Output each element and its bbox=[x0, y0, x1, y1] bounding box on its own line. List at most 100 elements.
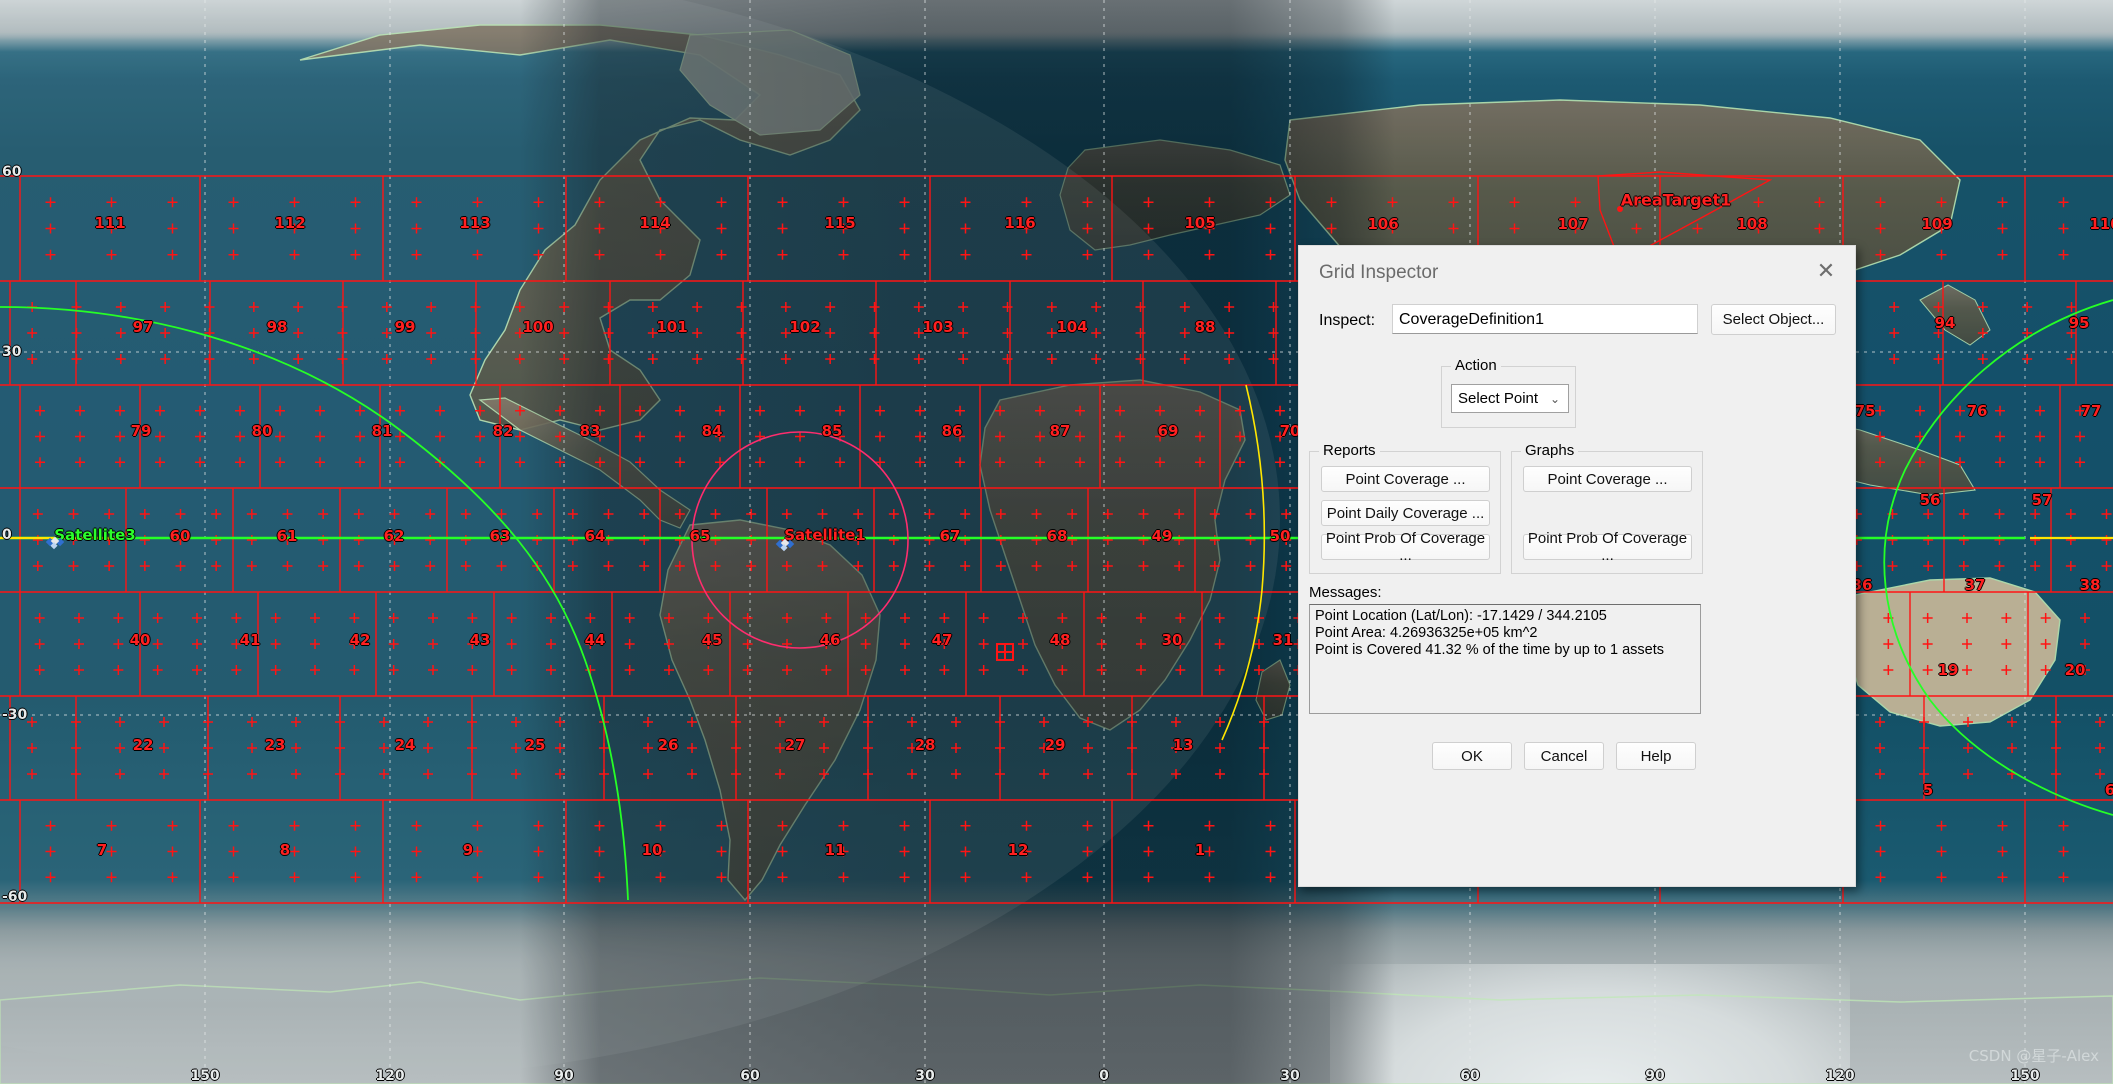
grid-cell-number[interactable]: 29 bbox=[1045, 736, 1066, 754]
grid-cell-number[interactable]: 100 bbox=[522, 318, 553, 336]
grid-cell-number[interactable]: 60 bbox=[170, 527, 191, 545]
grid-cell-number[interactable]: 9 bbox=[463, 841, 473, 859]
grid-cell-number[interactable]: 110 bbox=[2089, 215, 2113, 233]
grid-cell-number[interactable]: 37 bbox=[1965, 576, 1986, 594]
grid-cell-number[interactable]: 41 bbox=[240, 631, 261, 649]
grid-cell-number[interactable]: 63 bbox=[490, 527, 511, 545]
report-point-prob-of-coverage-button[interactable]: Point Prob Of Coverage ... bbox=[1321, 534, 1490, 560]
grid-cell-number[interactable]: 28 bbox=[915, 736, 936, 754]
grid-cell-number[interactable]: 107 bbox=[1557, 215, 1588, 233]
grid-cell-number[interactable]: 20 bbox=[2065, 661, 2086, 679]
grid-cell-number[interactable]: 62 bbox=[384, 527, 405, 545]
grid-cell-number[interactable]: 47 bbox=[932, 631, 953, 649]
close-icon[interactable]: ✕ bbox=[1807, 254, 1845, 288]
grid-cell-number[interactable]: 102 bbox=[789, 318, 820, 336]
grid-cell-number[interactable]: 43 bbox=[470, 631, 491, 649]
satellite3-marker[interactable] bbox=[45, 534, 65, 552]
grid-cell-number[interactable]: 111 bbox=[94, 214, 125, 232]
grid-cell-number[interactable]: 87 bbox=[1050, 422, 1071, 440]
action-select[interactable]: Select Point ⌄ bbox=[1451, 384, 1569, 413]
grid-cell-number[interactable]: 50 bbox=[1270, 527, 1291, 545]
grid-cell-number[interactable]: 104 bbox=[1056, 318, 1087, 336]
cancel-button[interactable]: Cancel bbox=[1524, 742, 1604, 770]
grid-cell-number[interactable]: 6 bbox=[2105, 781, 2113, 799]
grid-cell-number[interactable]: 68 bbox=[1047, 527, 1068, 545]
grid-cell-number[interactable]: 98 bbox=[267, 318, 288, 336]
grid-cell-number[interactable]: 79 bbox=[131, 422, 152, 440]
grid-cell-number[interactable]: 101 bbox=[656, 318, 687, 336]
grid-cell-number[interactable]: 67 bbox=[940, 527, 961, 545]
grid-cell-number[interactable]: 77 bbox=[2081, 402, 2102, 420]
grid-cell-number[interactable]: 109 bbox=[1921, 215, 1952, 233]
grid-cell-number[interactable]: 105 bbox=[1184, 214, 1215, 232]
grid-cell-number[interactable]: 108 bbox=[1736, 215, 1767, 233]
select-object-button[interactable]: Select Object... bbox=[1711, 304, 1836, 335]
grid-cell-number[interactable]: 12 bbox=[1008, 841, 1029, 859]
grid-cell-number[interactable]: 83 bbox=[580, 422, 601, 440]
grid-cell-number[interactable]: 85 bbox=[822, 422, 843, 440]
grid-cell-number[interactable]: 64 bbox=[585, 527, 606, 545]
report-point-coverage-button[interactable]: Point Coverage ... bbox=[1321, 466, 1490, 492]
grid-cell-number[interactable]: 95 bbox=[2069, 314, 2090, 332]
grid-cell-number[interactable]: 8 bbox=[280, 841, 290, 859]
satellite3-label[interactable]: Satellite3 bbox=[54, 526, 135, 544]
grid-cell-number[interactable]: 114 bbox=[639, 214, 670, 232]
grid-cell-number[interactable]: 7 bbox=[97, 841, 107, 859]
grid-cell-number[interactable]: 26 bbox=[658, 736, 679, 754]
grid-cell-number[interactable]: 86 bbox=[942, 422, 963, 440]
grid-cell-number[interactable]: 80 bbox=[252, 422, 273, 440]
grid-cell-number[interactable]: 38 bbox=[2080, 576, 2101, 594]
grid-cell-number[interactable]: 44 bbox=[585, 631, 606, 649]
grid-cell-number[interactable]: 97 bbox=[133, 318, 154, 336]
area-target1-label[interactable]: AreaTarget1 bbox=[1621, 191, 1732, 210]
grid-cell-number[interactable]: 69 bbox=[1158, 422, 1179, 440]
grid-cell-number[interactable]: 11 bbox=[825, 841, 846, 859]
grid-cell-number[interactable]: 88 bbox=[1195, 318, 1216, 336]
grid-cell-number[interactable]: 5 bbox=[1923, 781, 1933, 799]
grid-cell-number[interactable]: 45 bbox=[702, 631, 723, 649]
graph-point-coverage-button[interactable]: Point Coverage ... bbox=[1523, 466, 1692, 492]
grid-cell-number[interactable]: 19 bbox=[1938, 661, 1959, 679]
grid-cell-number[interactable]: 30 bbox=[1162, 631, 1183, 649]
grid-inspector-dialog[interactable]: Grid Inspector ✕ Inspect: CoverageDefini… bbox=[1298, 245, 1856, 887]
report-point-daily-coverage-button[interactable]: Point Daily Coverage ... bbox=[1321, 500, 1490, 526]
grid-cell-number[interactable]: 46 bbox=[820, 631, 841, 649]
grid-cell-number[interactable]: 22 bbox=[133, 736, 154, 754]
messages-box[interactable]: Point Location (Lat/Lon): -17.1429 / 344… bbox=[1309, 604, 1701, 714]
grid-cell-number[interactable]: 115 bbox=[824, 214, 855, 232]
grid-cell-number[interactable]: 106 bbox=[1367, 215, 1398, 233]
grid-cell-number[interactable]: 65 bbox=[690, 527, 711, 545]
grid-cell-number[interactable]: 49 bbox=[1152, 527, 1173, 545]
grid-cell-number[interactable]: 112 bbox=[274, 214, 305, 232]
grid-cell-number[interactable]: 13 bbox=[1173, 736, 1194, 754]
grid-cell-number[interactable]: 27 bbox=[785, 736, 806, 754]
grid-cell-number[interactable]: 23 bbox=[265, 736, 286, 754]
grid-cell-number[interactable]: 42 bbox=[350, 631, 371, 649]
satellite1-label[interactable]: Satellite1 bbox=[784, 526, 865, 544]
grid-cell-number[interactable]: 48 bbox=[1050, 631, 1071, 649]
help-button[interactable]: Help bbox=[1616, 742, 1696, 770]
grid-cell-number[interactable]: 25 bbox=[525, 736, 546, 754]
grid-cell-number[interactable]: 10 bbox=[642, 841, 663, 859]
grid-cell-number[interactable]: 82 bbox=[493, 422, 514, 440]
ok-button[interactable]: OK bbox=[1432, 742, 1512, 770]
grid-cell-number[interactable]: 1 bbox=[1195, 841, 1205, 859]
dialog-titlebar[interactable]: Grid Inspector ✕ bbox=[1299, 246, 1855, 300]
grid-cell-number[interactable]: 84 bbox=[702, 422, 723, 440]
grid-cell-number[interactable]: 116 bbox=[1004, 214, 1035, 232]
grid-cell-number[interactable]: 56 bbox=[1920, 491, 1941, 509]
grid-cell-number[interactable]: 99 bbox=[395, 318, 416, 336]
grid-cell-number[interactable]: 31 bbox=[1273, 631, 1294, 649]
grid-cell-number[interactable]: 113 bbox=[459, 214, 490, 232]
grid-cell-number[interactable]: 94 bbox=[1935, 314, 1956, 332]
grid-cell-number[interactable]: 57 bbox=[2032, 491, 2053, 509]
inspect-input[interactable]: CoverageDefinition1 bbox=[1392, 304, 1698, 334]
selected-grid-point-marker[interactable] bbox=[995, 642, 1015, 662]
grid-cell-number[interactable]: 103 bbox=[922, 318, 953, 336]
grid-cell-number[interactable]: 75 bbox=[1855, 402, 1876, 420]
grid-cell-number[interactable]: 40 bbox=[130, 631, 151, 649]
grid-cell-number[interactable]: 81 bbox=[372, 422, 393, 440]
graph-point-prob-of-coverage-button[interactable]: Point Prob Of Coverage ... bbox=[1523, 534, 1692, 560]
grid-cell-number[interactable]: 24 bbox=[395, 736, 416, 754]
satellite1-marker[interactable] bbox=[775, 536, 795, 554]
